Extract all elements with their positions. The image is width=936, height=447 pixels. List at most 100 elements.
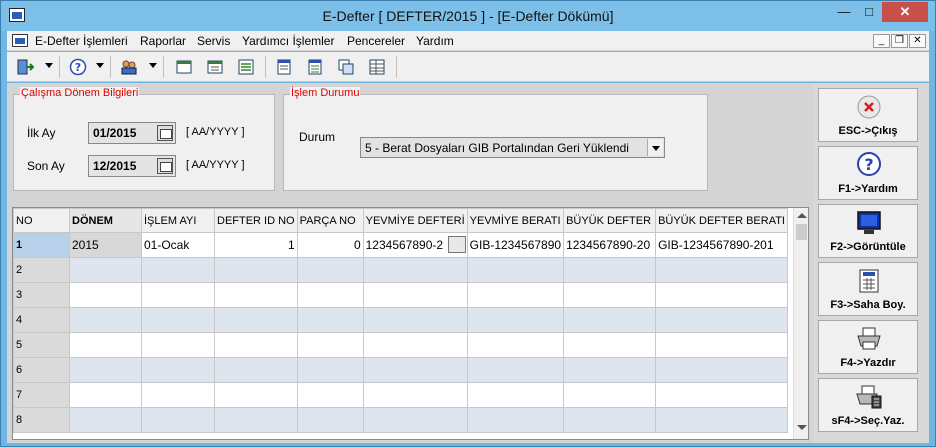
cell-yevmiye-defteri[interactable]: 1234567890-2 (362, 232, 468, 258)
report2-icon[interactable] (306, 58, 324, 76)
toolbar-separator (265, 56, 266, 78)
row-number: 2 (13, 257, 70, 283)
report-icon[interactable] (275, 58, 293, 76)
table-row[interactable]: 1 2015 01-Ocak 1 0 1234567890-2 GIB-1234… (13, 232, 788, 258)
view-button[interactable]: F2->Görüntüle (818, 204, 918, 258)
menu-pencereler[interactable]: Pencereler (347, 34, 405, 48)
table-row[interactable]: 7 (13, 382, 788, 408)
printer-icon (857, 327, 881, 350)
close-button[interactable]: ✕ (882, 2, 928, 22)
cell-parca-no[interactable]: 0 (296, 232, 364, 258)
col-header-donem[interactable]: DÖNEM (69, 208, 142, 233)
mdi-minimize-button[interactable]: _ (873, 34, 890, 48)
period-group: Çalışma Dönem Bilgileri İlk Ay 01/2015 [… (13, 87, 275, 191)
status-label: Durum (299, 130, 336, 144)
minimize-button[interactable]: — (831, 2, 857, 22)
end-month-field[interactable]: 12/2015 (88, 155, 176, 177)
cell-yevmiye-defteri-text: 1234567890-2 (365, 238, 444, 252)
status-select-value: 5 - Berat Dosyaları GIB Portalından Geri… (365, 141, 629, 155)
title-bar: E-Defter [ DEFTER/2015 ] - [E-Defter Dök… (1, 1, 935, 31)
table-row[interactable]: 8 (13, 407, 788, 433)
table-icon[interactable] (368, 58, 386, 76)
app-window: E-Defter [ DEFTER/2015 ] - [E-Defter Dök… (0, 0, 936, 447)
mdi-restore-button[interactable]: ❐ (891, 34, 908, 48)
print-button[interactable]: F4->Yazdır (818, 320, 918, 374)
col-header-islem-ayi[interactable]: İŞLEM AYI (141, 208, 215, 233)
users-dropdown-arrow[interactable] (149, 63, 157, 68)
view-button-label: F2->Görüntüle (830, 241, 906, 253)
action-sidebar: ESC->Çıkış ? F1->Yardım F2->Görüntüle F3… (813, 83, 929, 443)
col-header-buyuk-defter-berati[interactable]: BÜYÜK DEFTER BERATI (655, 208, 788, 233)
cell-islem-ayi[interactable]: 01-Ocak (141, 232, 215, 258)
status-legend: İşlem Durumu (290, 87, 361, 99)
chevron-down-icon[interactable] (647, 139, 663, 156)
data-grid[interactable]: NO DÖNEM İŞLEM AYI DEFTER ID NO PARÇA NO… (12, 207, 809, 440)
copy-icon[interactable] (337, 58, 355, 76)
cell-defter-id[interactable]: 1 (214, 232, 298, 258)
menu-e-defter-islemleri[interactable]: E-Defter İşlemleri (35, 34, 128, 48)
row-number: 3 (13, 282, 70, 308)
end-month-value: 12/2015 (93, 159, 137, 173)
table-row[interactable]: 2 (13, 257, 788, 283)
help-icon: ? (857, 152, 881, 176)
menu-bar: E-Defter İşlemleri Raporlar Servis Yardı… (7, 31, 929, 51)
row-number: 5 (13, 332, 70, 358)
users-icon[interactable] (120, 58, 138, 76)
menu-yardimci-islemler[interactable]: Yardımcı İşlemler (242, 34, 334, 48)
cell-yevmiye-berati[interactable]: GIB-1234567890 (466, 232, 565, 258)
col-header-parca-no[interactable]: PARÇA NO (296, 208, 364, 233)
col-header-no[interactable]: NO (13, 208, 70, 233)
table-row[interactable]: 4 (13, 307, 788, 333)
col-header-yevmiye-berati[interactable]: YEVMİYE BERATI (466, 208, 565, 233)
col-header-buyuk-defter[interactable]: BÜYÜK DEFTER (563, 208, 657, 233)
calendar-icon[interactable] (157, 125, 173, 141)
help-button-label: F1->Yardım (838, 183, 898, 195)
scroll-up-icon[interactable] (797, 213, 807, 218)
cell-buyuk-defter-berati[interactable]: GIB-1234567890-201 (655, 232, 788, 258)
table-row[interactable]: 6 (13, 357, 788, 383)
exit-icon[interactable] (16, 58, 34, 76)
window-title: E-Defter [ DEFTER/2015 ] - [E-Defter Dök… (322, 8, 614, 24)
status-select[interactable]: 5 - Berat Dosyaları GIB Portalından Geri… (360, 137, 665, 158)
scroll-thumb[interactable] (796, 224, 807, 240)
mdi-close-button[interactable]: ✕ (909, 34, 926, 48)
help-icon[interactable]: ? (69, 58, 87, 76)
row-number: 7 (13, 382, 70, 408)
exit-button[interactable]: ESC->Çıkış (818, 88, 918, 142)
exit-dropdown-arrow[interactable] (45, 63, 53, 68)
folder-search-icon[interactable] (447, 236, 466, 253)
col-header-defter-id[interactable]: DEFTER ID NO (214, 208, 298, 233)
start-month-label: İlk Ay (27, 126, 56, 140)
select-print-button[interactable]: sF4->Seç.Yaz. (818, 378, 918, 432)
exit-button-label: ESC->Çıkış (838, 125, 898, 137)
svg-text:?: ? (864, 155, 873, 174)
menu-servis[interactable]: Servis (197, 34, 230, 48)
table-row[interactable]: 3 (13, 282, 788, 308)
vertical-scrollbar[interactable] (793, 208, 808, 439)
help-dropdown-arrow[interactable] (96, 63, 104, 68)
menu-raporlar[interactable]: Raporlar (140, 34, 186, 48)
toolbar-separator (59, 56, 60, 78)
status-group: İşlem Durumu Durum 5 - Berat Dosyaları G… (283, 87, 708, 191)
help-button[interactable]: ? F1->Yardım (818, 146, 918, 200)
cell-donem[interactable]: 2015 (69, 232, 142, 258)
printer-select-icon (856, 385, 882, 409)
window-icon[interactable] (175, 58, 193, 76)
menu-yardim[interactable]: Yardım (416, 34, 454, 48)
calendar-icon[interactable] (157, 158, 173, 174)
table-row[interactable]: 5 (13, 332, 788, 358)
calculator-icon (859, 269, 879, 293)
start-format-hint: [ AA/YYYY ] (186, 126, 245, 138)
list-icon[interactable] (237, 58, 255, 76)
window-detail-icon[interactable] (206, 58, 224, 76)
row-number: 1 (13, 232, 70, 258)
start-month-field[interactable]: 01/2015 (88, 122, 176, 144)
cell-buyuk-defter[interactable]: 1234567890-20 (563, 232, 657, 258)
col-header-yevmiye-defteri[interactable]: YEVMİYE DEFTERİ (362, 208, 468, 233)
scroll-down-icon[interactable] (797, 425, 807, 430)
document-icon[interactable] (12, 34, 28, 47)
maximize-button[interactable]: □ (856, 2, 882, 22)
field-size-button[interactable]: F3->Saha Boy. (818, 262, 918, 316)
close-icon (857, 95, 881, 119)
select-print-button-label: sF4->Seç.Yaz. (831, 415, 905, 427)
